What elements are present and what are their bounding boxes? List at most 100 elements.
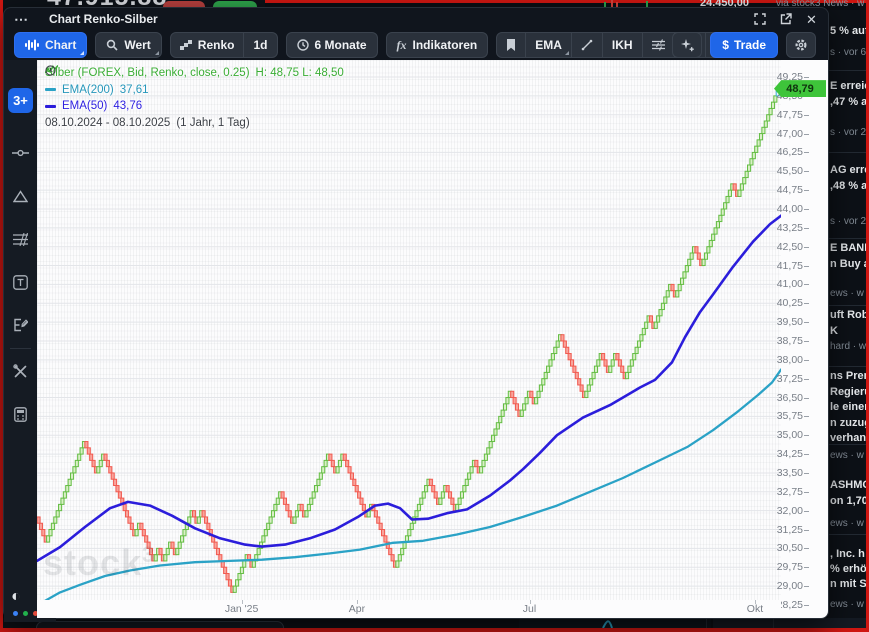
legend-symbol-row: Silber (FOREX, Bid, Renko, close, 0.25) … [45, 65, 344, 82]
bookmark-button[interactable] [497, 33, 526, 57]
stock3-logo[interactable]: 3+ [8, 88, 33, 113]
text-tool-icon[interactable] [4, 269, 37, 295]
renko-brick-up [635, 347, 638, 353]
tools-icon[interactable] [4, 358, 37, 384]
price-tick-label: 35,75 [777, 410, 803, 422]
renko-brick-down [283, 498, 286, 504]
price-tick-label: 32,00 [777, 505, 803, 517]
renko-brick-down [391, 555, 394, 561]
news-fragment: n zuzug [830, 417, 866, 429]
news-fragment: hard · w [830, 341, 866, 352]
renko-brick-up [642, 328, 645, 334]
renko-brick-up [75, 460, 78, 466]
renko-brick-up [585, 391, 588, 397]
renko-brick-up [743, 178, 746, 184]
renko-brick-down [219, 555, 222, 561]
renko-brick-down [566, 347, 569, 353]
renko-brick-up [630, 360, 633, 366]
renko-brick-down [348, 467, 351, 473]
renko-brick-down [193, 511, 196, 517]
news-fragment: ews · w [830, 599, 864, 610]
renko-brick-down [578, 379, 581, 385]
price-tick-label: 41,00 [777, 278, 803, 290]
renko-plot[interactable]: Silber (FOREX, Bid, Renko, close, 0.25) … [37, 60, 781, 600]
renko-brick-up [164, 555, 167, 561]
ema-shortcut-button[interactable]: EMA [526, 33, 572, 57]
renko-brick-up [417, 504, 420, 510]
calculator-icon[interactable] [4, 401, 37, 427]
renko-brick-up [307, 504, 310, 510]
renko-brick-down [346, 460, 349, 466]
renko-brick-up [315, 486, 318, 492]
renko-brick-down [90, 454, 93, 460]
renko-brick-up [49, 530, 52, 536]
legend-date-note: (1 Jahr, 1 Tag) [176, 115, 249, 132]
renko-brick-down [171, 542, 174, 548]
renko-brick-up [724, 203, 727, 209]
horizontal-line-tool-icon[interactable] [4, 140, 37, 166]
news-fragment: % erhöht [830, 563, 866, 575]
popout-icon[interactable] [779, 13, 792, 26]
trendline-icon [581, 39, 593, 51]
renko-brick-up [51, 523, 54, 529]
renko-brick-down [92, 460, 95, 466]
line-EMA(50) [37, 215, 781, 561]
renko-brick-up [657, 316, 660, 322]
footer-panel2 [713, 618, 866, 628]
magic-tools-button[interactable] [672, 32, 702, 58]
renko-brick-up [487, 448, 490, 454]
renko-brick-down [377, 517, 380, 523]
renko-brick-up [738, 190, 741, 196]
renko-brick-down [288, 511, 291, 517]
wert-button[interactable]: Wert [95, 32, 161, 58]
price-axis[interactable]: 48,79 49,2548,5047,7547,0046,2545,5044,7… [781, 60, 828, 600]
renko-brick-up [240, 567, 243, 573]
trendline-tool-button[interactable] [572, 33, 603, 57]
renko-button[interactable]: Renko [171, 33, 245, 57]
renko-brick-down [111, 473, 114, 479]
theme-toggle-icon[interactable]: ◐ [11, 588, 21, 606]
price-tick-mark [804, 360, 809, 361]
chart-button-label: Chart [45, 38, 76, 52]
indicators-button[interactable]: fx Indikatoren [386, 32, 489, 58]
close-icon[interactable]: ✕ [805, 13, 818, 26]
legend-high-low: H: 48,75 L: 48,50 [256, 65, 344, 82]
footer-divider [706, 618, 707, 628]
fullscreen-icon[interactable] [753, 13, 766, 26]
renko-brick-up [78, 454, 81, 460]
window-menu-button[interactable]: ⋯ [14, 11, 29, 28]
price-tick-mark [804, 134, 809, 135]
price-tick-label: 30,50 [777, 542, 803, 554]
ema200-dash-icon [45, 88, 56, 91]
ikh-shortcut-button[interactable]: IKH [603, 33, 643, 57]
edit-annotation-icon[interactable] [4, 312, 37, 338]
renko-brick-up [61, 498, 64, 504]
news-fragment: ews · w [830, 450, 864, 461]
price-tick-mark [804, 266, 809, 267]
price-tick-label: 37,25 [777, 373, 803, 385]
settings-button[interactable] [786, 32, 816, 58]
triangle-tool-icon[interactable] [4, 183, 37, 209]
range-button[interactable]: 6 Monate [286, 32, 378, 58]
renko-brick-up [324, 460, 327, 466]
renko-brick-up [401, 548, 404, 554]
chart-button[interactable]: Chart [14, 32, 87, 58]
price-tick-mark [804, 284, 809, 285]
fib-retracement-icon[interactable] [4, 226, 37, 252]
news-fragment: E BANK [830, 242, 866, 254]
news-fragment: s · vor 6 [830, 47, 866, 58]
news-fragment: AG erre [830, 164, 866, 176]
interval-button[interactable]: 1d [244, 33, 276, 57]
ema50-value: 43,76 [113, 98, 142, 115]
time-axis[interactable]: Jan '25AprJulOkt [37, 600, 781, 618]
news-fragment: n Buy a [830, 258, 866, 270]
adjust-lines-button[interactable] [643, 33, 675, 57]
renko-brick-up [539, 385, 542, 391]
renko-brick-down [226, 574, 229, 580]
news-fragment: , Inc. h [830, 548, 865, 560]
renko-brick-down [109, 467, 112, 473]
renko-brick-down [570, 360, 573, 366]
renko-brick-up [56, 511, 59, 517]
price-tick-mark [804, 511, 809, 512]
trade-button[interactable]: $ Trade [710, 32, 778, 58]
